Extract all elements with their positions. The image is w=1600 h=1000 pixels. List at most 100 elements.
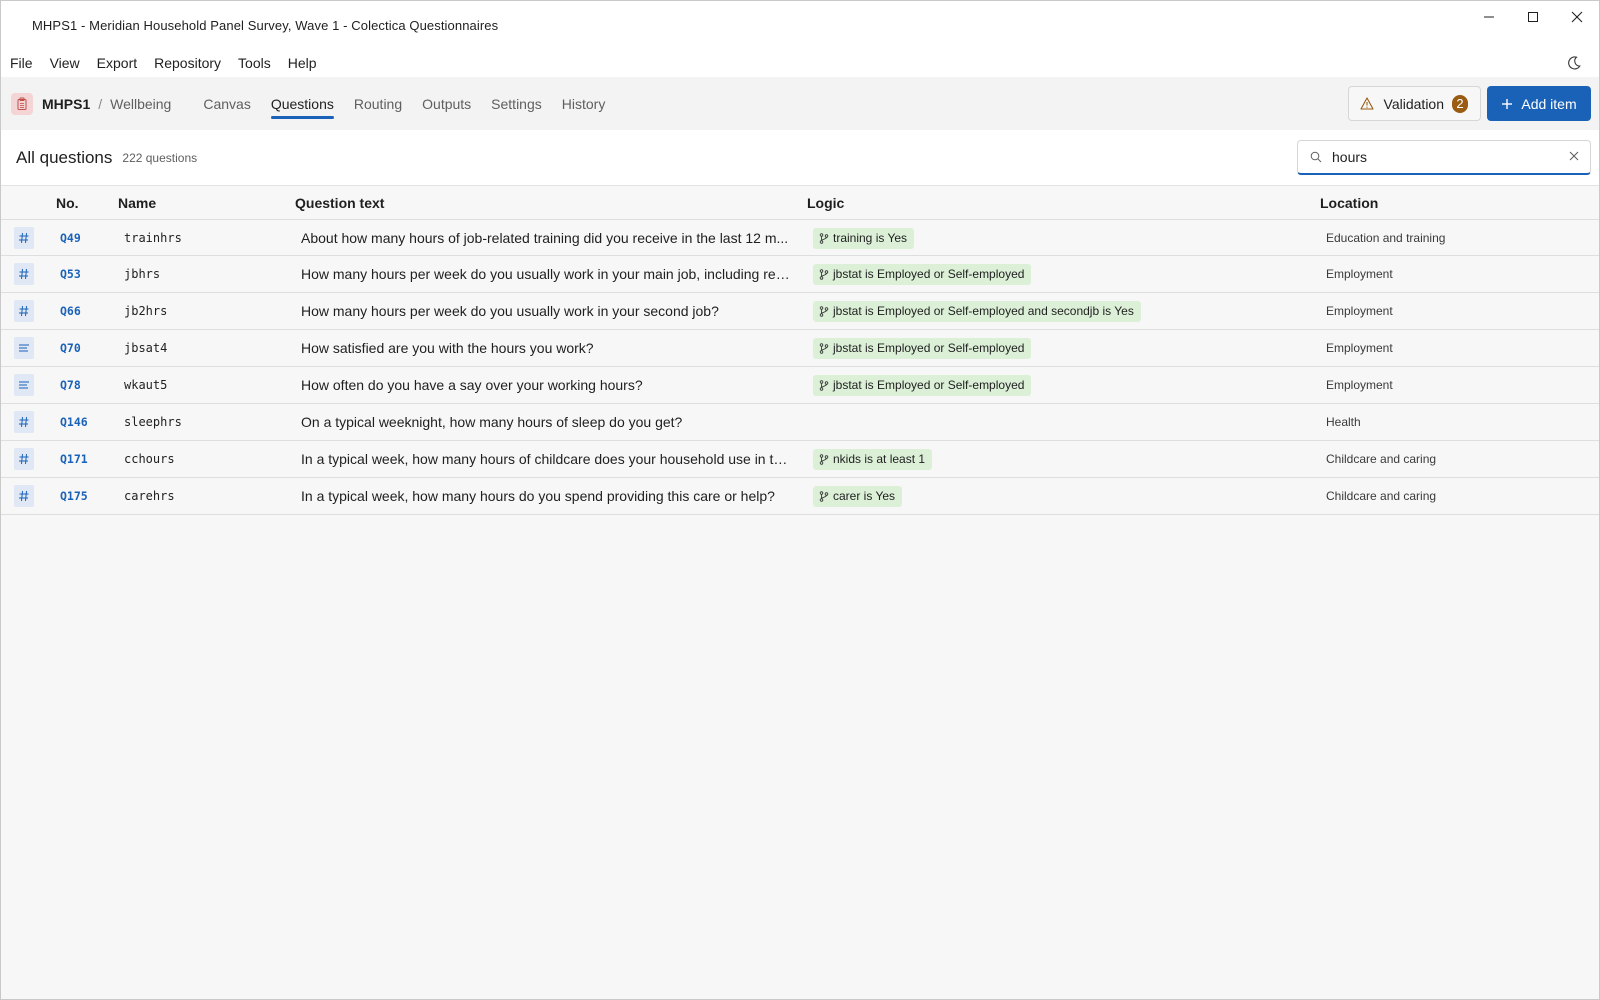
validation-button[interactable]: Validation 2 xyxy=(1347,86,1481,121)
question-number-link[interactable]: Q66 xyxy=(60,293,81,329)
logic-condition-chip[interactable]: jbstat is Employed or Self-employed xyxy=(813,337,1032,359)
branch-icon xyxy=(819,490,829,502)
logic-condition-chip[interactable]: training is Yes xyxy=(813,227,915,249)
close-icon xyxy=(1571,11,1583,23)
column-header-name[interactable]: Name xyxy=(118,195,156,211)
theme-toggle-button[interactable] xyxy=(1565,54,1583,72)
minimize-icon xyxy=(1484,16,1494,18)
question-number-link[interactable]: Q49 xyxy=(60,220,81,256)
numeric-question-icon xyxy=(14,227,34,249)
logic-condition-text: nkids is at least 1 xyxy=(833,452,926,466)
question-text-cell: On a typical weeknight, how many hours o… xyxy=(301,404,791,440)
table-row[interactable]: Q146 sleephrs On a typical weeknight, how … xyxy=(1,404,1599,441)
question-text-cell: How many hours per week do you usually w… xyxy=(301,293,791,329)
table-row[interactable]: Q66 jb2hrs How many hours per week do you … xyxy=(1,293,1599,330)
table-row[interactable]: Q70 jbsat4 How satisfied are you with the … xyxy=(1,330,1599,367)
branch-icon xyxy=(819,453,829,465)
maximize-button[interactable] xyxy=(1511,1,1555,33)
logic-condition-text: jbstat is Employed or Self-employed xyxy=(833,267,1025,281)
question-location: Childcare and caring xyxy=(1326,489,1437,503)
branch-icon xyxy=(819,268,829,280)
branch-icon xyxy=(819,305,829,317)
question-number-link[interactable]: Q78 xyxy=(60,367,81,403)
logic-condition-text: training is Yes xyxy=(833,231,908,245)
table-row[interactable]: Q171 cchours In a typical week, how many h… xyxy=(1,441,1599,478)
question-name: carehrs xyxy=(124,489,175,503)
question-name: jbsat4 xyxy=(124,341,168,355)
question-number-link[interactable]: Q171 xyxy=(60,441,88,477)
question-number-link[interactable]: Q70 xyxy=(60,330,81,366)
list-title: All questions xyxy=(16,147,113,167)
tab-bar: Canvas Questions Routing Outputs Setting… xyxy=(193,77,615,130)
question-location: Employment xyxy=(1326,267,1393,281)
search-box xyxy=(1297,140,1591,175)
question-number-link[interactable]: Q146 xyxy=(60,404,88,440)
question-text: On a typical weeknight, how many hours o… xyxy=(301,414,683,430)
question-text: In a typical week, how many hours of chi… xyxy=(301,451,791,467)
table-row[interactable]: Q53 jbhrs How many hours per week do you u… xyxy=(1,256,1599,293)
tab-questions[interactable]: Questions xyxy=(270,77,334,130)
add-item-button[interactable]: Add item xyxy=(1487,86,1591,121)
logic-condition-chip[interactable]: carer is Yes xyxy=(813,485,903,507)
search-input[interactable] xyxy=(1332,149,1552,165)
logic-condition-chip[interactable]: nkids is at least 1 xyxy=(813,448,933,470)
logic-condition-text: jbstat is Employed or Self-employed xyxy=(833,378,1025,392)
menu-view[interactable]: View xyxy=(50,55,80,71)
breadcrumb-section[interactable]: Wellbeing xyxy=(110,96,171,112)
column-header-no[interactable]: No. xyxy=(56,195,79,211)
numeric-question-icon xyxy=(14,263,34,285)
column-header-logic[interactable]: Logic xyxy=(807,195,844,211)
question-number-link[interactable]: Q175 xyxy=(60,478,88,514)
tab-history[interactable]: History xyxy=(562,77,606,130)
choice-question-icon xyxy=(14,337,34,359)
close-window-button[interactable] xyxy=(1555,1,1599,33)
logic-cell: training is Yes xyxy=(813,220,915,256)
menu-export[interactable]: Export xyxy=(97,55,137,71)
table-body: Q49 trainhrs About how many hours of job-r… xyxy=(1,219,1599,515)
tab-outputs[interactable]: Outputs xyxy=(422,77,471,130)
question-name: jb2hrs xyxy=(124,304,168,318)
tab-settings[interactable]: Settings xyxy=(491,77,542,130)
question-number-link[interactable]: Q53 xyxy=(60,256,81,292)
logic-condition-chip[interactable]: jbstat is Employed or Self-employed xyxy=(813,263,1032,285)
questions-table: No. Name Question text Logic Location Q4… xyxy=(1,186,1599,515)
table-row[interactable]: Q49 trainhrs About how many hours of job-r… xyxy=(1,219,1599,256)
menu-file[interactable]: File xyxy=(10,55,33,71)
title-bar: MHPS1 - Meridian Household Panel Survey,… xyxy=(1,1,1599,49)
minimize-button[interactable] xyxy=(1467,1,1511,33)
question-text: How many hours per week do you usually w… xyxy=(301,303,719,319)
question-text-cell: How many hours per week do you usually w… xyxy=(301,256,791,292)
questionnaire-icon xyxy=(11,92,33,115)
choice-question-icon xyxy=(14,374,34,396)
question-text: How many hours per week do you usually w… xyxy=(301,266,791,282)
logic-cell: jbstat is Employed or Self-employed xyxy=(813,256,1032,292)
logic-condition-chip[interactable]: jbstat is Employed or Self-employed xyxy=(813,374,1032,396)
column-header-question-text[interactable]: Question text xyxy=(295,195,384,211)
breadcrumb-code[interactable]: MHPS1 xyxy=(42,96,90,112)
question-location: Employment xyxy=(1326,378,1393,392)
clear-search-button[interactable] xyxy=(1568,150,1580,162)
logic-condition-chip[interactable]: jbstat is Employed or Self-employed and … xyxy=(813,300,1141,322)
question-name: cchours xyxy=(124,452,175,466)
question-text-cell: In a typical week, how many hours do you… xyxy=(301,478,791,514)
table-row[interactable]: Q175 carehrs In a typical week, how many h… xyxy=(1,478,1599,515)
list-header: All questions 222 questions xyxy=(1,130,1599,186)
column-header-location[interactable]: Location xyxy=(1320,195,1378,211)
question-text-cell: About how many hours of job-related trai… xyxy=(301,220,791,256)
question-name: trainhrs xyxy=(124,231,182,245)
menu-tools[interactable]: Tools xyxy=(238,55,271,71)
question-count: 222 questions xyxy=(122,150,198,165)
question-name: sleephrs xyxy=(124,415,182,429)
window-controls xyxy=(1467,1,1599,33)
toolbar: MHPS1 / Wellbeing Canvas Questions Routi… xyxy=(1,77,1599,130)
menu-help[interactable]: Help xyxy=(288,55,317,71)
question-location: Childcare and caring xyxy=(1326,452,1437,466)
menu-repository[interactable]: Repository xyxy=(154,55,221,71)
logic-condition-text: jbstat is Employed or Self-employed xyxy=(833,341,1025,355)
numeric-question-icon xyxy=(14,485,34,507)
tab-canvas[interactable]: Canvas xyxy=(203,77,250,130)
tab-routing[interactable]: Routing xyxy=(354,77,402,130)
menu-bar: File View Export Repository Tools Help xyxy=(1,49,1599,77)
table-row[interactable]: Q78 wkaut5 How often do you have a say ove… xyxy=(1,367,1599,404)
question-location: Employment xyxy=(1326,304,1393,318)
